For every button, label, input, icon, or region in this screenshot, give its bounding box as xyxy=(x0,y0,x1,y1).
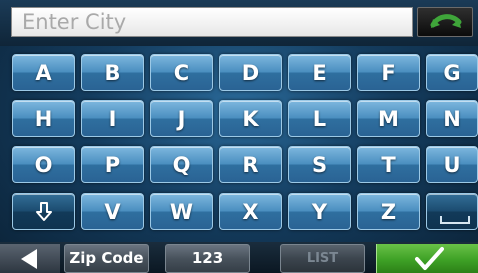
key-a[interactable]: A xyxy=(12,54,75,91)
key-u[interactable]: U xyxy=(426,146,478,183)
list-button[interactable]: LIST xyxy=(280,244,365,273)
key-j[interactable]: J xyxy=(150,100,213,137)
key-f[interactable]: F xyxy=(357,54,420,91)
key-k[interactable]: K xyxy=(219,100,282,137)
space-bar-icon xyxy=(440,216,470,224)
shift-key[interactable] xyxy=(12,193,75,230)
key-e[interactable]: E xyxy=(288,54,351,91)
key-o[interactable]: O xyxy=(12,146,75,183)
key-z[interactable]: Z xyxy=(357,193,420,230)
shift-arrow-icon xyxy=(36,202,52,221)
key-h[interactable]: H xyxy=(12,100,75,137)
keyboard-screen: Enter City A B C D E F G H I J K L M N O… xyxy=(0,0,478,273)
key-p[interactable]: P xyxy=(81,146,144,183)
key-r[interactable]: R xyxy=(219,146,282,183)
key-t[interactable]: T xyxy=(357,146,420,183)
numeric-keyboard-button[interactable]: 123 xyxy=(165,244,250,273)
key-s[interactable]: S xyxy=(288,146,351,183)
key-v[interactable]: V xyxy=(81,193,144,230)
key-c[interactable]: C xyxy=(150,54,213,91)
key-w[interactable]: W xyxy=(150,193,213,230)
previous-button[interactable] xyxy=(0,244,60,273)
input-bar: Enter City xyxy=(0,0,478,46)
key-b[interactable]: B xyxy=(81,54,144,91)
key-q[interactable]: Q xyxy=(150,146,213,183)
checkmark-icon xyxy=(415,247,444,270)
left-arrow-icon xyxy=(21,249,37,269)
space-key[interactable] xyxy=(426,193,478,230)
key-d[interactable]: D xyxy=(219,54,282,91)
zip-code-button[interactable]: Zip Code xyxy=(64,244,149,273)
city-input[interactable]: Enter City xyxy=(11,7,413,37)
ok-button[interactable] xyxy=(376,244,478,273)
key-g[interactable]: G xyxy=(426,54,478,91)
back-button[interactable] xyxy=(417,7,473,37)
key-y[interactable]: Y xyxy=(288,193,351,230)
key-n[interactable]: N xyxy=(426,100,478,137)
key-x[interactable]: X xyxy=(219,193,282,230)
key-l[interactable]: L xyxy=(288,100,351,137)
back-arrow-icon xyxy=(430,14,462,28)
key-m[interactable]: M xyxy=(357,100,420,137)
key-i[interactable]: I xyxy=(81,100,144,137)
